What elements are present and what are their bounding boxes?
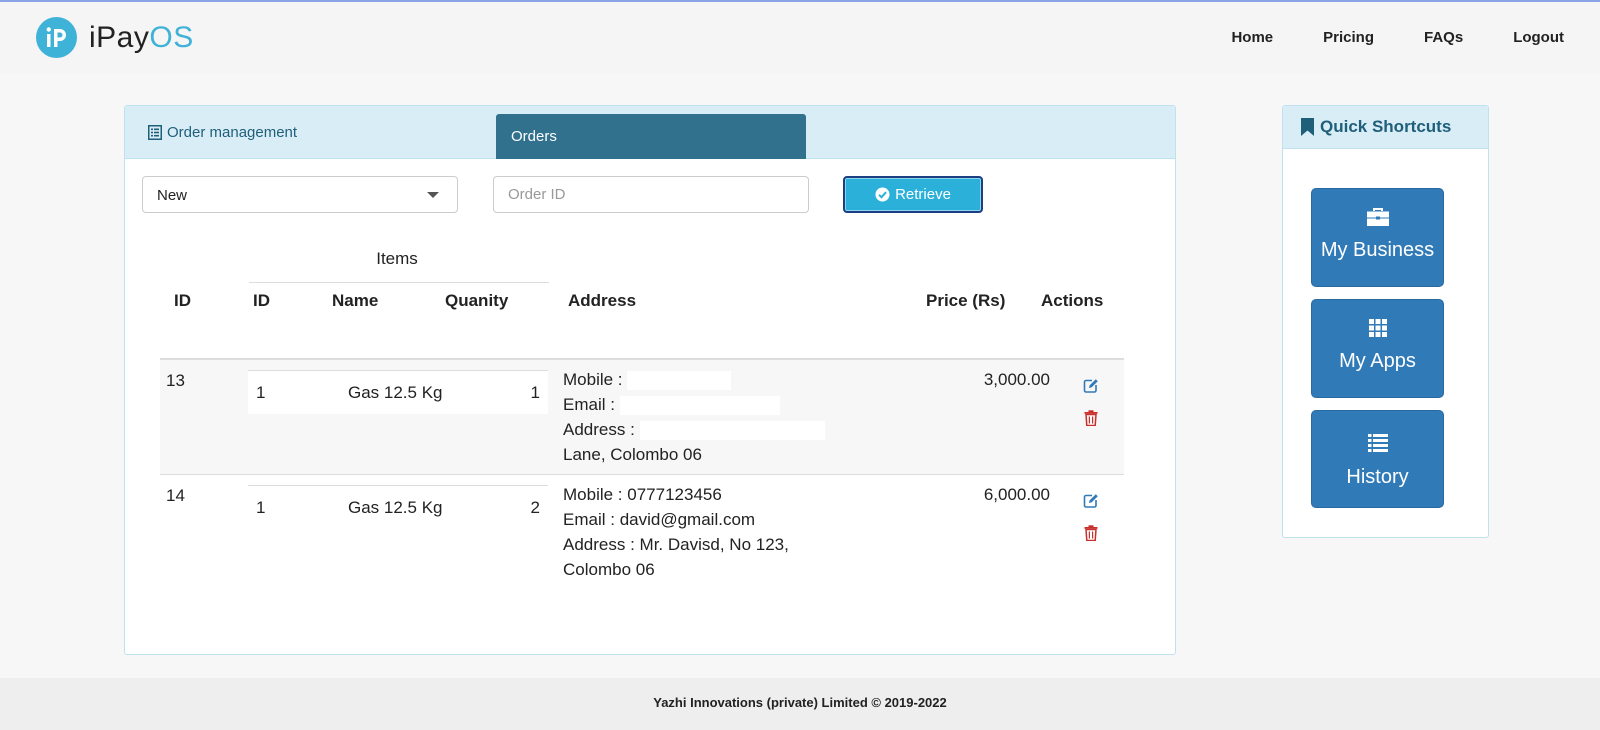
order-id: 14 <box>166 486 185 505</box>
quick-shortcuts-panel: Quick Shortcuts My Business My Apps Hist… <box>1282 105 1489 538</box>
retrieve-label: Retrieve <box>895 186 951 203</box>
ipay-logo-icon <box>36 17 77 58</box>
item-row: 1 Gas 12.5 Kg 1 <box>248 370 548 414</box>
retrieve-button[interactable]: Retrieve <box>843 176 983 213</box>
item-id: 1 <box>256 383 266 402</box>
items-divider <box>249 282 549 283</box>
edit-icon[interactable] <box>1083 378 1099 399</box>
shortcut-label: My Apps <box>1339 350 1416 372</box>
nav-links: Home Pricing FAQs Logout <box>1231 2 1600 73</box>
shortcut-my-business[interactable]: My Business <box>1311 188 1444 287</box>
panel-title-text: Order management <box>167 124 298 141</box>
shortcut-label: My Business <box>1320 239 1435 261</box>
quick-shortcuts-title: Quick Shortcuts <box>1320 117 1452 136</box>
table-row: 13 1 Gas 12.5 Kg 1 Mobile : Email : Addr… <box>160 360 1124 475</box>
email-value-redacted <box>619 396 780 416</box>
th-quantity: Quanity <box>445 291 509 310</box>
quick-shortcuts-header: Quick Shortcuts <box>1283 106 1488 149</box>
edit-icon[interactable] <box>1083 493 1099 514</box>
address-tail: Lane, Colombo 06 <box>563 445 702 464</box>
item-quantity: 1 <box>530 383 540 402</box>
list-icon <box>1312 434 1443 452</box>
address-block: Mobile : 0777123456 Email : david@gmail.… <box>563 482 789 582</box>
panel-title: Order management <box>148 124 297 141</box>
item-quantity: 2 <box>530 498 540 517</box>
item-name: Gas 12.5 Kg <box>348 498 443 517</box>
nav-home[interactable]: Home <box>1231 29 1273 46</box>
bookmark-icon <box>1301 118 1314 136</box>
mobile-value-redacted <box>627 371 732 391</box>
tab-orders[interactable]: Orders <box>496 114 806 159</box>
mobile-label: Mobile : <box>563 370 623 389</box>
brand-logo[interactable]: iPayOS <box>36 17 194 58</box>
shortcut-history[interactable]: History <box>1311 410 1444 508</box>
brand-name-main: iPay <box>89 20 150 54</box>
check-circle-icon <box>875 187 890 202</box>
nav-logout[interactable]: Logout <box>1513 29 1564 46</box>
email-label: Email : <box>563 510 615 529</box>
email-label: Email : <box>563 395 615 414</box>
th-id: ID <box>174 291 191 310</box>
nav-faqs[interactable]: FAQs <box>1424 29 1463 46</box>
price: 6,000.00 <box>983 485 1050 504</box>
order-id-input[interactable] <box>493 176 809 213</box>
footer-copyright: Yazhi Innovations (private) Limited © 20… <box>653 695 947 710</box>
address-label: Address : <box>563 535 635 554</box>
table-row: 14 1 Gas 12.5 Kg 2 Mobile : 0777123456 E… <box>160 475 1124 591</box>
trash-icon[interactable] <box>1084 410 1098 431</box>
status-select[interactable]: New <box>142 176 458 213</box>
address-label: Address : <box>563 420 635 439</box>
shortcut-label: History <box>1346 466 1409 488</box>
items-group-header: Items <box>376 249 418 268</box>
footer: Yazhi Innovations (private) Limited © 20… <box>0 678 1600 730</box>
nav-pricing[interactable]: Pricing <box>1323 29 1374 46</box>
brand-name-accent: OS <box>149 20 194 54</box>
price: 3,000.00 <box>983 370 1050 389</box>
navbar: iPayOS Home Pricing FAQs Logout <box>0 2 1600 73</box>
order-id: 13 <box>166 371 185 390</box>
trash-icon[interactable] <box>1084 525 1098 546</box>
th-name: Name <box>332 291 379 310</box>
th-actions: Actions <box>1041 291 1104 310</box>
th-price: Price (Rs) <box>926 291 1006 310</box>
item-row: 1 Gas 12.5 Kg 2 <box>248 485 548 529</box>
mobile-value: 0777123456 <box>627 485 722 504</box>
item-name: Gas 12.5 Kg <box>348 383 443 402</box>
th-item-id: ID <box>253 291 270 310</box>
order-management-panel: Order management Orders New Retrieve Ite… <box>124 105 1176 655</box>
th-address: Address <box>568 291 637 310</box>
shortcut-my-apps[interactable]: My Apps <box>1311 299 1444 398</box>
list-alt-icon <box>148 125 162 140</box>
status-select-value: New <box>157 187 188 204</box>
address-value: Mr. Davisd, No 123, <box>639 535 789 554</box>
brand-name: iPayOS <box>89 21 194 55</box>
grid-icon <box>1312 319 1443 337</box>
item-id: 1 <box>256 498 266 517</box>
address-tail: Colombo 06 <box>563 560 655 579</box>
email-value: david@gmail.com <box>619 510 756 529</box>
address-block: Mobile : Email : Address : Lane, Colombo… <box>563 367 825 467</box>
panel-header: Order management Orders <box>125 106 1175 159</box>
mobile-label: Mobile : <box>563 485 623 504</box>
address-value-redacted <box>639 421 825 441</box>
chevron-down-icon <box>427 192 439 198</box>
briefcase-icon <box>1312 208 1443 226</box>
